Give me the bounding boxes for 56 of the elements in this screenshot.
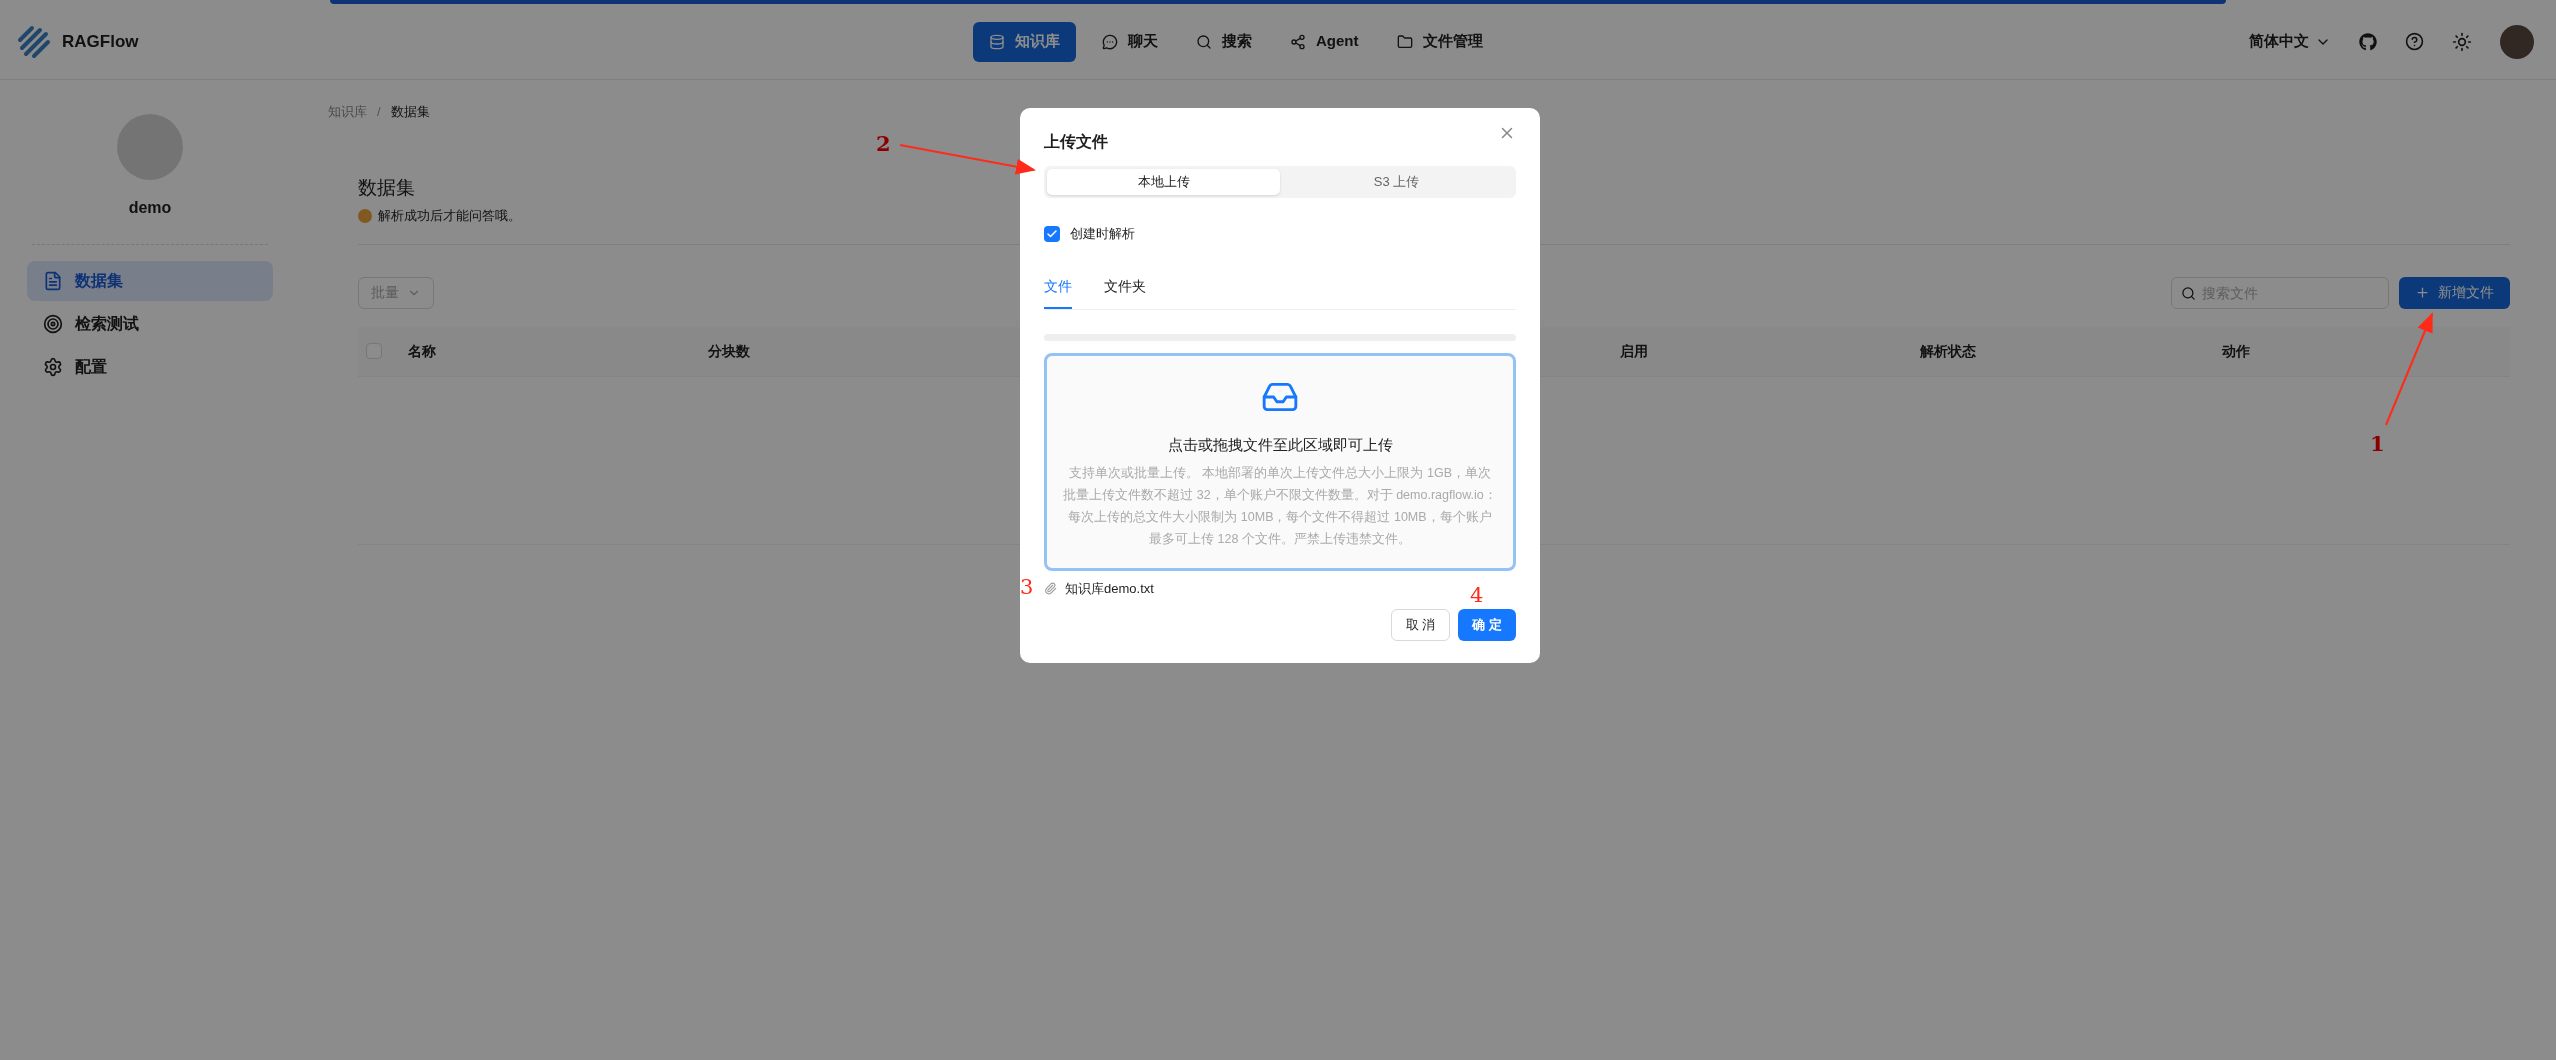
document-icon — [43, 271, 63, 291]
page-title: 数据集 — [358, 175, 415, 200]
github-icon[interactable] — [2359, 32, 2377, 51]
annotation-number: 3 — [1020, 574, 1034, 601]
app-name: RAGFlow — [62, 30, 139, 53]
file-tab[interactable]: 文件 — [1044, 275, 1072, 309]
cancel-button[interactable]: 取 消 — [1390, 608, 1451, 641]
logo-icon — [16, 23, 52, 60]
source-tab[interactable]: 本地上传 — [1047, 169, 1280, 195]
checkbox[interactable] — [1044, 225, 1060, 242]
page-subtitle: 解析成功后才能问答哦。 — [378, 207, 521, 225]
check-icon — [1046, 227, 1058, 240]
search-icon — [1196, 33, 1212, 50]
settings-icon — [43, 357, 63, 377]
file-name: 知识库demo.txt — [1065, 580, 1154, 598]
dialog-title: 上传文件 — [1044, 132, 1108, 152]
dropzone-title: 点击或拖拽文件至此区域即可上传 — [1167, 434, 1393, 455]
avatar[interactable] — [2500, 24, 2534, 59]
column-header: 动作 — [2222, 342, 2250, 359]
annotation-number: 4 — [1470, 582, 1484, 609]
search-icon — [2181, 285, 2196, 301]
nav-tab[interactable]: Agent — [1278, 21, 1371, 62]
nav-tab[interactable]: 文件管理 — [1384, 21, 1495, 62]
nodes-icon — [1290, 33, 1306, 50]
database-icon — [989, 33, 1005, 50]
source-tab[interactable]: S3 上传 — [1280, 169, 1513, 195]
annotation-number: 1 — [2370, 430, 2385, 458]
column-header: 分块数 — [708, 342, 750, 359]
user-name: demo — [128, 198, 172, 218]
ok-button[interactable]: 确 定 — [1458, 608, 1516, 641]
sidebar-item[interactable]: 配置 — [27, 347, 273, 387]
annotation-number: 2 — [876, 130, 891, 158]
nav-tab[interactable]: 聊天 — [1090, 21, 1170, 62]
paperclip-icon — [1044, 582, 1057, 596]
sidebar-item[interactable]: 数据集 — [27, 261, 273, 301]
column-header: 名称 — [408, 342, 436, 359]
chat-icon — [1102, 33, 1118, 50]
nav-tab[interactable]: 知识库 — [973, 21, 1076, 62]
column-header: 解析状态 — [1920, 342, 1976, 359]
language-select[interactable]: 简体中文 — [2249, 30, 2331, 53]
plus-icon — [2415, 285, 2430, 300]
breadcrumb-item: 数据集 — [390, 103, 430, 121]
column-header: 启用 — [1620, 342, 1648, 359]
file-tab[interactable]: 文件夹 — [1104, 275, 1146, 309]
checkbox-label: 创建时解析 — [1070, 225, 1135, 243]
wink-icon — [358, 208, 372, 223]
help-icon[interactable] — [2405, 32, 2424, 51]
target-icon — [43, 314, 63, 334]
dropzone[interactable]: 点击或拖拽文件至此区域即可上传 支持单次或批量上传。 本地部署的单次上传文件总大小上限为 1GB，单次批量上传文件数不超过 32，单个账户不限文件数量。对于 demo.ragflow.io：每次上传的总文件大小限制为 10MB，每个文件不得超过 10MB，每个账户最多可上传 128 个文件。严禁上传违禁文件。 — [1044, 352, 1516, 571]
breadcrumb-separator: / — [377, 103, 381, 121]
dropzone-hint: 支持单次或批量上传。 本地部署的单次上传文件总大小上限为 1GB，单次批量上传文件数不超过 32，单个账户不限文件数量。对于 demo.ragflow.io：每次上传的总文件大小限制为 10MB，每个文件不得超过 10MB，每个账户最多可上传 128 个文件。严禁上传违禁文件。 — [1063, 465, 1497, 548]
add-file-button[interactable]: 新增文件 — [2399, 276, 2510, 309]
folder-icon — [1396, 33, 1413, 50]
sun-icon[interactable] — [2452, 31, 2472, 52]
nav-tab[interactable]: 搜索 — [1184, 21, 1264, 62]
sidebar-item[interactable]: 检索测试 — [27, 304, 273, 344]
